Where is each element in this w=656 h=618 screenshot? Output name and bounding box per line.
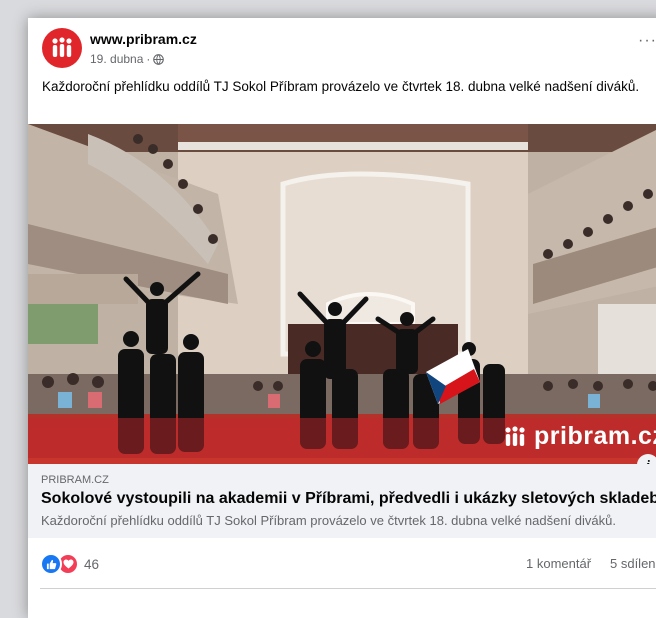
post-text: Každoroční přehlídku oddílů TJ Sokol Pří… (42, 79, 640, 94)
watermark-logo: pribram.cz (502, 422, 656, 451)
post-header: www.pribram.cz 19. dubna · ··· (28, 18, 656, 78)
link-title[interactable]: Sokolové vystoupili na akademii v Příbra… (41, 490, 656, 508)
post-date[interactable]: 19. dubna (90, 52, 143, 66)
post-stats: 46 1 komentář 5 sdílení (28, 550, 656, 575)
like-icon (40, 553, 62, 575)
pribram-logo-icon (52, 37, 72, 57)
shares-link[interactable]: 5 sdílení (610, 556, 656, 571)
link-description: Každoroční přehlídku oddílů TJ Sokol Pří… (41, 513, 616, 528)
post-meta: 19. dubna · (90, 52, 165, 66)
meta-separator: · (146, 52, 151, 66)
reactions-summary[interactable]: 46 (40, 553, 99, 575)
watermark-text: pribram.cz (534, 422, 656, 450)
link-domain: PRIBRAM.CZ (41, 474, 109, 486)
globe-icon (153, 53, 165, 65)
reaction-count: 46 (84, 556, 100, 572)
post-photo[interactable]: pribram.cz i (28, 124, 656, 464)
page-avatar[interactable] (42, 28, 82, 68)
comments-link[interactable]: 1 komentář (526, 556, 591, 571)
photo-image (28, 124, 656, 464)
divider (40, 588, 656, 589)
pribram-watermark-icon (505, 425, 525, 446)
post-card: www.pribram.cz 19. dubna · ··· Každoročn… (28, 18, 656, 618)
link-preview[interactable]: PRIBRAM.CZ Sokolové vystoupili na akadem… (28, 464, 656, 538)
more-options-icon[interactable]: ··· (638, 32, 656, 50)
page-name-link[interactable]: www.pribram.cz (90, 31, 197, 47)
